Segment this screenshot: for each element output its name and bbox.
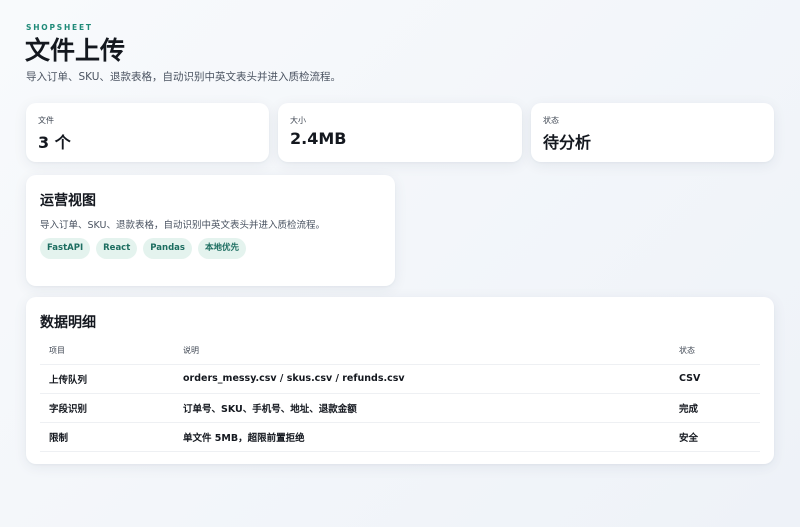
cell-item: 上传队列 (40, 364, 174, 394)
stat-value: 3 个 (38, 133, 71, 152)
column-header-description: 说明 (174, 338, 670, 365)
stat-card-status: 状态 待分析 (531, 103, 774, 162)
stat-card-size: 大小 2.4MB (278, 103, 522, 162)
table-row: 限制 单文件 5MB，超限前置拒绝 安全 (40, 422, 760, 452)
table-header-row: 项目 说明 状态 (40, 338, 760, 365)
cell-status: 完成 (670, 393, 760, 423)
cell-status: CSV (670, 364, 760, 394)
cell-description: 订单号、SKU、手机号、地址、退款金额 (174, 393, 670, 423)
details-title: 数据明细 (40, 315, 96, 331)
table-row: 上传队列 orders_messy.csv / skus.csv / refun… (40, 364, 760, 394)
page-subtitle: 导入订单、SKU、退款表格，自动识别中英文表头并进入质检流程。 (26, 71, 341, 83)
tag-fastapi: FastAPI (40, 238, 91, 259)
page-title: 文件上传 (25, 36, 126, 65)
stat-value: 2.4MB (290, 129, 347, 148)
tech-tags: FastAPI React Pandas 本地优先 (40, 238, 246, 259)
tag-pandas: Pandas (143, 238, 192, 259)
cell-item: 字段识别 (40, 393, 174, 423)
details-table: 项目 说明 状态 上传队列 orders_messy.csv / skus.cs… (40, 338, 760, 452)
table-row: 字段识别 订单号、SKU、手机号、地址、退款金额 完成 (40, 393, 760, 423)
cell-status: 安全 (670, 422, 760, 452)
tag-react: React (96, 238, 138, 259)
stat-label: 状态 (543, 116, 559, 125)
brand-label: SHOPSHEET (26, 23, 93, 32)
stat-label: 大小 (290, 116, 306, 125)
column-header-item: 项目 (40, 338, 174, 365)
column-header-status: 状态 (670, 338, 760, 365)
ops-view-title: 运营视图 (40, 193, 96, 209)
stat-card-files: 文件 3 个 (26, 103, 269, 162)
cell-item: 限制 (40, 422, 174, 452)
details-card: 数据明细 项目 说明 状态 上传队列 orders_messy.csv / sk… (26, 297, 774, 464)
ops-view-card: 运营视图 导入订单、SKU、退款表格，自动识别中英文表头并进入质检流程。 Fas… (26, 175, 395, 286)
stat-label: 文件 (38, 116, 54, 125)
tag-local-first: 本地优先 (197, 238, 246, 259)
ops-view-description: 导入订单、SKU、退款表格，自动识别中英文表头并进入质检流程。 (40, 220, 325, 231)
cell-description: orders_messy.csv / skus.csv / refunds.cs… (174, 364, 670, 394)
cell-description: 单文件 5MB，超限前置拒绝 (174, 422, 670, 452)
stat-value: 待分析 (543, 133, 592, 152)
